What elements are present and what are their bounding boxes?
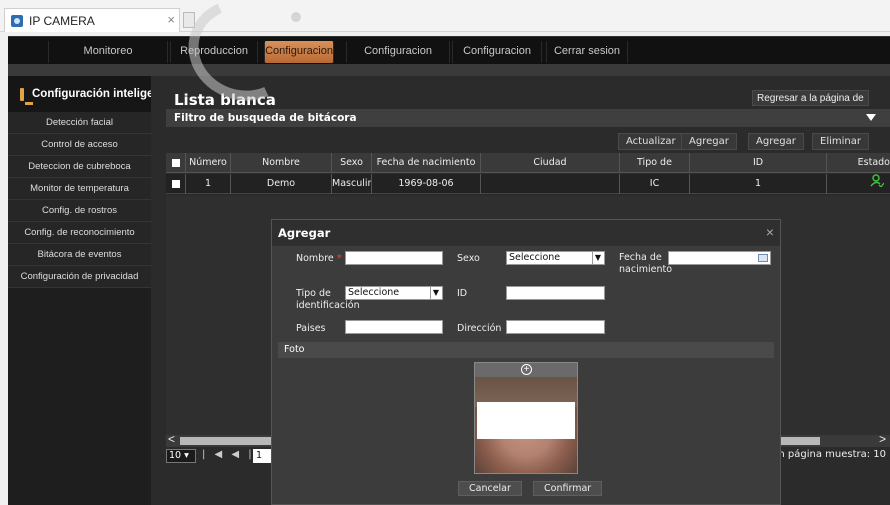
sidebar-item-bitacora[interactable]: Bitácora de eventos	[8, 244, 151, 266]
sidebar-item-deteccion-facial[interactable]: Detección facial	[8, 112, 151, 134]
col-sexo[interactable]: Sexo	[332, 153, 372, 173]
col-fecha[interactable]: Fecha de nacimiento	[372, 153, 481, 173]
privacy-mask	[477, 402, 575, 439]
col-id[interactable]: ID	[690, 153, 827, 173]
browser-tab-strip: IP CAMERA ×	[0, 0, 890, 32]
watermark-dot	[291, 12, 301, 22]
actualizar-button[interactable]: Actualizar	[618, 133, 684, 150]
cell-sexo: Masculin	[332, 174, 372, 194]
new-tab-icon[interactable]	[183, 12, 195, 28]
eliminar-button[interactable]: Eliminar	[812, 133, 869, 150]
agregar-button[interactable]: Agregar	[681, 133, 737, 150]
cell-ciudad	[481, 174, 620, 194]
sexo-label: Sexo	[457, 253, 480, 264]
pager-nav-icons[interactable]: | ◀ ◀ |	[202, 449, 255, 460]
sexo-select[interactable]: Seleccione ▼	[506, 251, 605, 265]
cell-tipo: IC	[620, 174, 690, 194]
id-input[interactable]	[506, 286, 605, 300]
sidebar: Configuración inteligente Detección faci…	[8, 76, 171, 505]
sidebar-item-reconocimiento[interactable]: Config. de reconocimiento	[8, 222, 151, 244]
cell-numero: 1	[186, 174, 231, 194]
sub-bar	[8, 64, 890, 76]
sidebar-title: Configuración inteligente	[32, 88, 171, 100]
direccion-label: Dirección	[457, 323, 502, 334]
cell-nombre: Demo	[231, 174, 332, 194]
photo-upload[interactable]: +	[474, 362, 578, 474]
select-all-checkbox[interactable]	[166, 153, 186, 173]
cell-fecha: 1969-08-06	[372, 174, 481, 194]
browser-tab-title: IP CAMERA	[29, 13, 95, 28]
page-size-select[interactable]: 10 ▾	[166, 449, 196, 463]
user-check-icon	[870, 174, 885, 188]
nav-configuracion-local[interactable]: Configuracion local	[452, 41, 542, 77]
page-size-value: 10	[169, 450, 182, 461]
tipo-select[interactable]: Seleccione ▼	[345, 286, 443, 300]
table-row[interactable]: 1 Demo Masculin 1969-08-06 IC 1	[166, 174, 890, 194]
chevron-down-icon: ▼	[592, 252, 603, 264]
cell-id: 1	[690, 174, 827, 194]
confirm-button[interactable]: Confirmar	[533, 481, 603, 496]
paises-label: Paises	[296, 323, 326, 334]
sidebar-item-temperatura[interactable]: Monitor de temperatura	[8, 178, 151, 200]
nav-reproduccion[interactable]: Reproduccion	[170, 41, 258, 63]
tipo-value: Seleccione	[348, 287, 400, 298]
id-label: ID	[457, 288, 468, 299]
col-estado[interactable]: Estado	[827, 153, 890, 173]
nombre-input[interactable]	[345, 251, 443, 265]
nombre-label: Nombre *	[296, 253, 342, 264]
sidebar-item-rostros[interactable]: Config. de rostros	[8, 200, 151, 222]
col-ciudad[interactable]: Ciudad	[481, 153, 620, 173]
table-header: Número Nombre Sexo Fecha de nacimiento C…	[166, 153, 890, 173]
chevron-down-icon: ▼	[430, 287, 441, 299]
cell-estado[interactable]	[827, 174, 890, 194]
fecha-input[interactable]	[668, 251, 771, 265]
face-photo	[475, 377, 577, 473]
filter-label: Filtro de busqueda de bitácora	[174, 112, 357, 124]
nav-monitoreo[interactable]: Monitoreo	[48, 41, 168, 63]
fecha-label: Fecha de nacimiento	[619, 252, 673, 275]
scroll-left-icon[interactable]: <	[168, 432, 175, 446]
paises-input[interactable]	[345, 320, 443, 334]
sidebar-item-control-acceso[interactable]: Control de acceso	[8, 134, 151, 156]
sidebar-item-privacidad[interactable]: Configuración de privacidad	[8, 266, 151, 288]
top-navigation: Monitoreo Reproduccion Configuracion Con…	[8, 36, 890, 77]
sidebar-header: Configuración inteligente	[8, 76, 171, 112]
foto-section-bar: Foto	[278, 342, 774, 358]
nav-configuracion-remota[interactable]: Configuracion remota	[346, 41, 450, 77]
nav-cerrar-sesion[interactable]: Cerrar sesion	[546, 41, 628, 63]
scroll-right-icon[interactable]: >	[879, 432, 886, 446]
row-checkbox[interactable]	[166, 174, 186, 194]
agregar-batch-button[interactable]: Agregar	[748, 133, 804, 150]
direccion-input[interactable]	[506, 320, 605, 334]
camera-favicon-icon	[11, 14, 23, 27]
tab-close-icon[interactable]: ×	[167, 12, 175, 27]
col-numero[interactable]: Número	[186, 153, 231, 173]
col-nombre[interactable]: Nombre	[231, 153, 332, 173]
browser-tab[interactable]: IP CAMERA ×	[4, 8, 180, 32]
sidebar-item-cubreboca[interactable]: Deteccion de cubreboca	[8, 156, 151, 178]
filter-bar[interactable]: Filtro de busqueda de bitácora	[166, 109, 890, 127]
back-button[interactable]: Regresar a la página de	[752, 90, 869, 106]
nav-configuracion[interactable]: Configuracion	[264, 41, 334, 63]
page-number-input[interactable]: 1	[253, 449, 273, 463]
toolbar: Actualizar Agregar Agregar Eliminar	[166, 132, 890, 152]
page-title: Lista blanca	[174, 91, 276, 109]
calendar-icon[interactable]	[758, 254, 768, 262]
cancel-button[interactable]: Cancelar	[458, 481, 522, 496]
dialog-title: Agregar	[272, 220, 780, 246]
col-tipo[interactable]: Tipo de	[620, 153, 690, 173]
sexo-value: Seleccione	[509, 252, 561, 263]
collapse-triangle-icon[interactable]	[866, 114, 876, 121]
dialog-close-icon[interactable]: ×	[766, 224, 774, 240]
page-info: n página muestra: 10	[778, 449, 886, 460]
monitor-icon	[20, 87, 33, 105]
add-photo-icon[interactable]: +	[521, 364, 532, 375]
add-dialog: Agregar × Nombre * Sexo Seleccione ▼ Fec…	[271, 219, 781, 505]
